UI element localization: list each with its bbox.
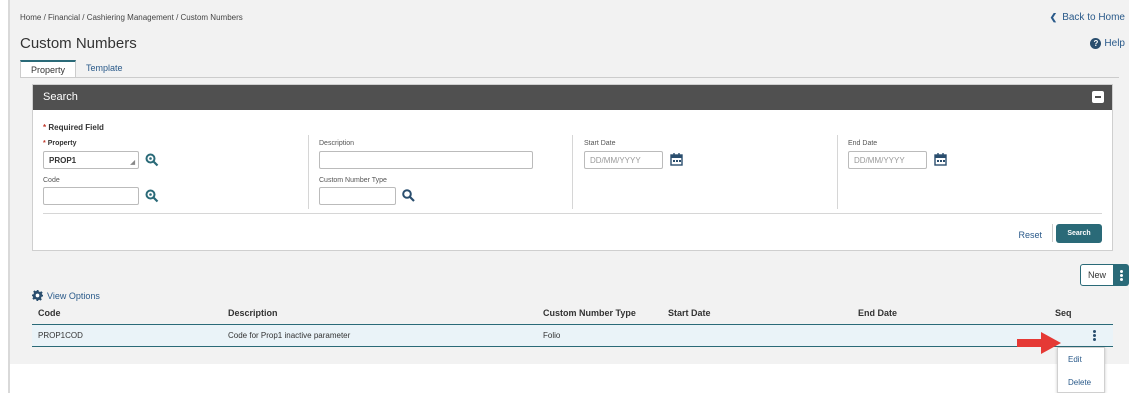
row-actions-kebab-icon[interactable]	[1093, 330, 1097, 343]
end-date-label: End Date	[848, 140, 878, 147]
tabs-divider	[20, 77, 1119, 78]
cell-custom-number-type: Folio	[543, 331, 561, 340]
new-more-options-button[interactable]	[1114, 264, 1129, 286]
tab-template[interactable]: Template	[76, 60, 133, 78]
column-header-code: Code	[38, 308, 61, 318]
tab-property[interactable]: Property	[20, 60, 77, 78]
custom-number-type-label: Custom Number Type	[319, 177, 387, 184]
collapse-icon[interactable]	[1092, 91, 1104, 103]
custom-number-type-search-icon[interactable]	[402, 189, 415, 202]
column-header-description: Description	[228, 308, 278, 318]
tab-bar: Property Template	[20, 60, 133, 78]
column-header-custom-number-type: Custom Number Type	[543, 308, 636, 318]
start-date-input[interactable]: DD/MM/YYYY	[584, 151, 663, 169]
column-divider	[837, 135, 838, 209]
cell-code: PROP1COD	[38, 331, 83, 340]
end-date-calendar-icon[interactable]	[934, 153, 947, 166]
help-link[interactable]: ? Help	[1090, 38, 1125, 49]
custom-number-type-input[interactable]	[319, 187, 396, 205]
back-to-home-label: Back to Home	[1062, 12, 1125, 23]
kebab-icon	[1120, 270, 1123, 281]
back-to-home-link[interactable]: ❮ Back to Home	[1050, 12, 1125, 23]
view-options-label: View Options	[47, 290, 100, 301]
description-input[interactable]	[319, 151, 533, 169]
column-header-seq: Seq	[1055, 308, 1072, 318]
app-frame: Home / Financial / Cashiering Management…	[0, 0, 1129, 393]
property-value: PROP1	[49, 156, 77, 165]
property-label-text: Property	[47, 140, 77, 147]
code-input[interactable]	[43, 187, 139, 205]
arrow-icon	[1017, 332, 1061, 354]
view-options-link[interactable]: View Options	[32, 290, 100, 301]
reset-separator	[1052, 224, 1053, 242]
search-panel-title: Search	[43, 91, 78, 103]
gear-icon	[32, 290, 43, 301]
new-button[interactable]: New	[1080, 264, 1114, 286]
chevron-left-icon: ❮	[1049, 12, 1058, 22]
column-header-end-date: End Date	[858, 308, 898, 318]
property-input[interactable]: PROP1 ◢	[43, 151, 139, 169]
cell-description: Code for Prop1 inactive parameter	[228, 331, 351, 340]
start-date-calendar-icon[interactable]	[670, 153, 683, 166]
description-label: Description	[319, 140, 355, 147]
start-date-label: Start Date	[584, 140, 616, 147]
property-search-icon[interactable]	[145, 153, 159, 167]
code-label: Code	[43, 177, 60, 184]
required-field-text: Required Field	[48, 123, 104, 132]
search-button[interactable]: Search	[1056, 224, 1102, 243]
reset-link[interactable]: Reset	[1018, 230, 1042, 240]
column-divider	[308, 135, 309, 209]
column-divider	[572, 135, 573, 209]
help-icon: ?	[1090, 38, 1102, 49]
property-label: * Property	[43, 140, 76, 147]
menu-item-edit[interactable]: Edit	[1068, 355, 1082, 364]
required-field-legend: * Required Field	[43, 123, 104, 132]
help-label: Help	[1104, 38, 1125, 49]
search-footer-divider	[43, 213, 1102, 214]
required-star: *	[43, 140, 46, 147]
row-actions-menu: Edit Delete	[1057, 347, 1105, 393]
resize-corner-icon: ◢	[130, 160, 135, 166]
search-panel: Search * Required Field * Property PROP1…	[32, 84, 1113, 251]
breadcrumb[interactable]: Home / Financial / Cashiering Management…	[20, 13, 243, 22]
required-star: *	[43, 123, 47, 132]
column-header-start-date: Start Date	[668, 308, 711, 318]
menu-item-delete[interactable]: Delete	[1068, 378, 1091, 387]
page-title: Custom Numbers	[20, 35, 137, 52]
table-row[interactable]	[32, 324, 1113, 347]
code-search-icon[interactable]	[145, 189, 159, 203]
search-panel-header: Search	[33, 85, 1112, 110]
end-date-input[interactable]: DD/MM/YYYY	[848, 151, 927, 169]
